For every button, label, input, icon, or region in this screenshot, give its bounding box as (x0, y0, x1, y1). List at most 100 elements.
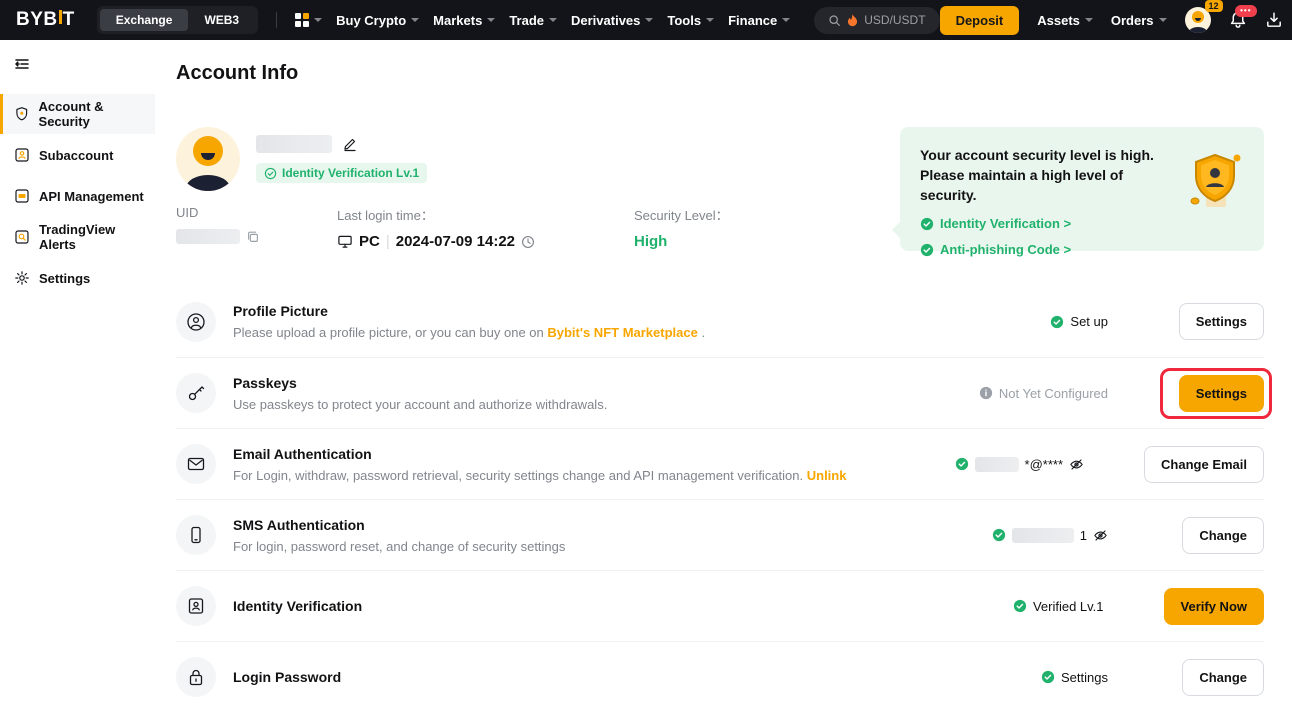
email-icon (176, 444, 216, 484)
passkeys-settings-button[interactable]: Settings (1179, 375, 1264, 412)
status-verified: Verified Lv.1 (1013, 599, 1104, 614)
chevron-down-icon (1085, 18, 1093, 22)
monitor-icon (337, 234, 353, 249)
menu-finance[interactable]: Finance (728, 13, 790, 28)
menu-buy-crypto[interactable]: Buy Crypto (336, 13, 419, 28)
account-avatar-button[interactable]: 12 (1185, 7, 1211, 33)
anti-phishing-code-link[interactable]: Anti-phishing Code > (920, 242, 1244, 257)
deposit-button[interactable]: Deposit (940, 6, 1020, 35)
orders-menu[interactable]: Orders (1111, 13, 1167, 28)
divider (276, 12, 277, 28)
change-email-button[interactable]: Change Email (1144, 446, 1264, 483)
clock-icon[interactable] (521, 235, 535, 249)
logo-text-left: BYB (16, 9, 58, 31)
menu-tools[interactable]: Tools (667, 13, 714, 28)
avatar-badge: 12 (1205, 0, 1223, 12)
flame-icon (847, 14, 858, 27)
security-level-value: High (634, 233, 729, 250)
eye-slash-icon[interactable] (1093, 528, 1108, 543)
username-redacted (256, 135, 332, 153)
row-title: Identity Verification (233, 598, 1013, 614)
security-panel-line1: Your account security level is high. (920, 145, 1180, 165)
menu-trade[interactable]: Trade (509, 13, 557, 28)
logo-text-right: T (63, 9, 75, 31)
chevron-down-icon (549, 18, 557, 22)
search-value: USD/USDT (864, 13, 925, 27)
sidebar-nav: Account & Security Subaccount API Manage… (0, 94, 155, 298)
sidebar-item-subaccount[interactable]: Subaccount (0, 135, 155, 175)
sidebar-item-settings[interactable]: Settings (0, 258, 155, 298)
check-circle-icon (1050, 315, 1064, 329)
settings-list: Profile Picture Please upload a profile … (176, 286, 1264, 712)
row-title: Profile Picture (233, 303, 1050, 319)
row-identity-verification: Identity Verification Verified Lv.1 Veri… (176, 570, 1264, 641)
copy-icon[interactable] (246, 230, 260, 244)
menu-markets[interactable]: Markets (433, 13, 495, 28)
row-passkeys: Passkeys Use passkeys to protect your ac… (176, 357, 1264, 428)
passkey-icon (176, 373, 216, 413)
eye-slash-icon[interactable] (1069, 457, 1084, 472)
tab-web3[interactable]: WEB3 (188, 9, 255, 31)
profile-picture-icon (176, 302, 216, 342)
verify-now-button[interactable]: Verify Now (1164, 588, 1264, 625)
notifications-button[interactable]: ••• (1229, 11, 1247, 29)
sidebar-item-api-management[interactable]: API Management (0, 176, 155, 216)
api-icon (14, 188, 30, 204)
subaccount-icon (14, 147, 30, 163)
uid-redacted (176, 229, 240, 244)
assets-menu[interactable]: Assets (1037, 13, 1093, 28)
sidebar-item-tradingview-alerts[interactable]: TradingView Alerts (0, 217, 155, 257)
menu-derivatives[interactable]: Derivatives (571, 13, 653, 28)
check-circle-icon (920, 217, 934, 231)
product-switch: Exchange WEB3 (97, 6, 258, 34)
row-login-password: Login Password Settings Change (176, 641, 1264, 712)
last-login-label: Last login time： (337, 205, 634, 224)
check-circle-icon (1041, 670, 1055, 684)
status-sms: 1 (992, 528, 1108, 543)
nft-marketplace-link[interactable]: Bybit's NFT Marketplace (547, 325, 697, 340)
row-email-authentication: Email Authentication For Login, withdraw… (176, 428, 1264, 499)
security-panel-line2: Please maintain a high level of security… (920, 165, 1180, 205)
sidebar: Account & Security Subaccount API Manage… (0, 40, 155, 706)
status-set-up: Set up (1050, 314, 1108, 329)
apps-grid-menu[interactable] (295, 13, 322, 27)
tab-exchange[interactable]: Exchange (100, 9, 189, 31)
tradingview-alerts-icon (14, 229, 30, 245)
profile-picture-settings-button[interactable]: Settings (1179, 303, 1264, 340)
change-sms-button[interactable]: Change (1182, 517, 1264, 554)
unlink-link[interactable]: Unlink (807, 468, 847, 483)
sidebar-item-account-security[interactable]: Account & Security (0, 94, 155, 134)
email-redacted (975, 457, 1019, 472)
info-icon (979, 386, 993, 400)
top-navbar: BYBT Exchange WEB3 Buy Crypto Markets Tr… (0, 0, 1292, 40)
chevron-down-icon (487, 18, 495, 22)
download-icon (1265, 11, 1283, 29)
sidebar-collapse-button[interactable] (0, 40, 155, 72)
chevron-down-icon (314, 18, 322, 22)
edit-pencil-icon[interactable] (342, 136, 358, 152)
status-not-configured: Not Yet Configured (979, 386, 1108, 401)
phone-redacted (1012, 528, 1074, 543)
last-login-value: PC | 2024-07-09 14:22 (337, 233, 634, 250)
lock-icon (176, 657, 216, 697)
check-circle-outline-icon (264, 167, 277, 180)
row-profile-picture: Profile Picture Please upload a profile … (176, 286, 1264, 357)
gear-icon (14, 270, 30, 286)
download-app-button[interactable] (1265, 11, 1283, 29)
profile-summary: Identity Verification Lv.1 UID Last logi… (176, 127, 1264, 251)
security-status-panel: Your account security level is high. Ple… (900, 127, 1264, 251)
phone-masked-text: 1 (1080, 528, 1087, 543)
identity-verification-link[interactable]: Identity Verification > (920, 216, 1244, 231)
search-input[interactable]: USD/USDT (814, 7, 939, 34)
change-password-button[interactable]: Change (1182, 659, 1264, 696)
logo-orange-bar (59, 10, 62, 24)
row-title: Login Password (233, 669, 1041, 685)
check-circle-icon (1013, 599, 1027, 613)
row-title: Email Authentication (233, 446, 955, 462)
chevron-down-icon (782, 18, 790, 22)
row-sms-authentication: SMS Authentication For login, password r… (176, 499, 1264, 570)
main-content: Account Info Identity Verification Lv.1 … (155, 40, 1292, 706)
bybit-logo[interactable]: BYBT (16, 9, 75, 31)
security-level-label: Security Level： (634, 205, 729, 224)
row-description: For login, password reset, and change of… (233, 539, 992, 554)
